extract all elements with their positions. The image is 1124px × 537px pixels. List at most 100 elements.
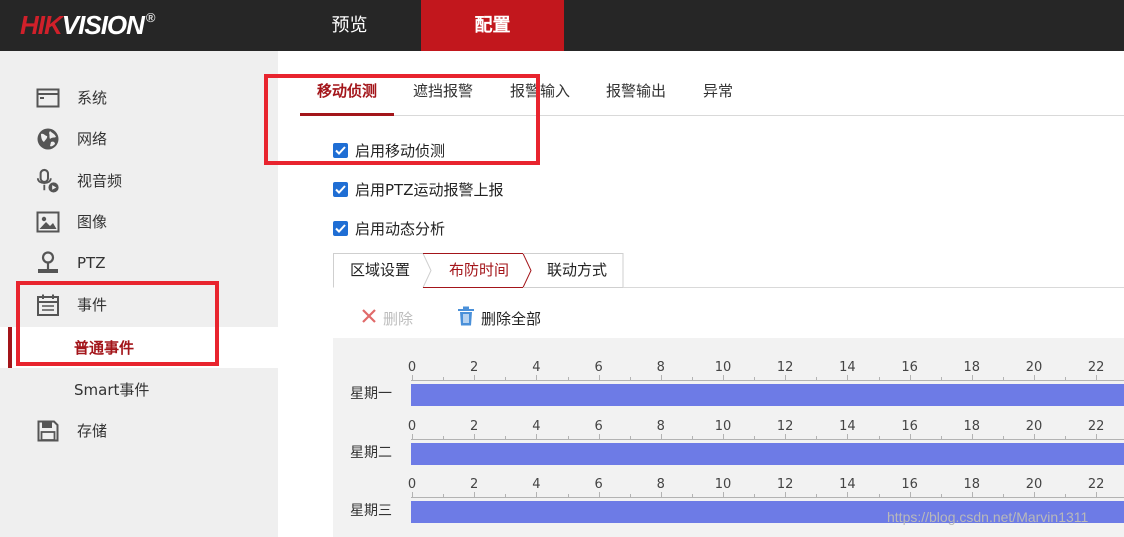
subtab-arming-schedule[interactable]: 布防时间 (431, 253, 527, 288)
tick-label: 20 (1025, 419, 1043, 434)
delete-button[interactable]: 删除 (361, 307, 413, 329)
sidebar-item-label: 图像 (77, 213, 108, 231)
checkmark-icon (333, 142, 348, 158)
tick-mark (567, 377, 569, 381)
enable-ptz-motion-alarm-checkbox[interactable]: 启用PTZ运动报警上报 (333, 179, 504, 199)
subtab-area-settings[interactable]: 区域设置 (333, 253, 427, 288)
tab-motion-detection[interactable]: 移动侦测 (317, 80, 377, 101)
tick-mark (412, 492, 413, 498)
schedule-bar[interactable] (411, 384, 1124, 406)
sidebar-item-label: 事件 (77, 296, 108, 314)
tick-label: 8 (656, 419, 665, 434)
tick-mark (909, 375, 911, 381)
tick-mark (474, 492, 476, 498)
tick-mark (816, 494, 818, 498)
tick-mark (1065, 377, 1067, 381)
sidebar-item-network[interactable]: 网络 (0, 118, 278, 159)
subtab-linkage-method[interactable]: 联动方式 (531, 253, 623, 288)
tick-mark (1034, 434, 1035, 440)
tick-label: 8 (656, 360, 665, 375)
tick-mark (1096, 434, 1098, 440)
time-axis (411, 439, 1124, 440)
top-nav-preview[interactable]: 预览 (278, 0, 421, 51)
sidebar-item-label: 存储 (77, 422, 108, 440)
tick-label: 22 (1087, 477, 1105, 492)
time-axis (411, 380, 1124, 381)
day-label: 星期二 (350, 445, 392, 461)
day-label: 星期三 (350, 503, 392, 519)
sidebar-item-system[interactable]: 系统 (0, 77, 278, 118)
checkmark-icon (333, 220, 348, 236)
active-tab-indicator (300, 113, 394, 116)
tick-mark (1002, 436, 1004, 440)
tick-mark (754, 436, 756, 440)
tick-mark (785, 375, 787, 381)
tick-mark (847, 492, 849, 498)
day-label: 星期一 (350, 386, 392, 402)
top-nav-config[interactable]: 配置 (421, 0, 564, 51)
tick-mark (1034, 492, 1035, 498)
sidebar-item-label: 普通事件 (74, 339, 135, 357)
tick-mark (691, 494, 693, 498)
tick-mark (878, 436, 880, 440)
arming-schedule-grid: 星期一 0 2 4 6 8 10 12 14 16 18 20 22 星期二 0 2 4 6 8 10 12 14 1… (333, 338, 1124, 537)
tick-mark (940, 494, 942, 498)
tick-mark (598, 375, 600, 381)
sidebar-subitem-basic-event[interactable]: 普通事件 (0, 327, 278, 368)
sidebar-subitem-smart-event[interactable]: Smart事件 (0, 369, 278, 410)
tick-mark (971, 375, 973, 381)
tab-alarm-output[interactable]: 报警输出 (606, 80, 666, 101)
tab-tamper-alarm[interactable]: 遮挡报警 (413, 80, 473, 101)
sidebar-item-image[interactable]: 图像 (0, 201, 278, 242)
tick-mark (878, 377, 880, 381)
tick-label: 20 (1025, 477, 1043, 492)
tab-alarm-input[interactable]: 报警输入 (510, 80, 570, 101)
config-subtabs: 区域设置 布防时间 联动方式 (333, 253, 1124, 288)
tab-exception[interactable]: 异常 (703, 80, 733, 101)
top-bar: HIKVISION ® 预览 配置 (0, 0, 1124, 51)
tick-label: 18 (963, 419, 981, 434)
tick-mark (909, 434, 911, 440)
schedule-bar[interactable] (411, 443, 1124, 465)
floppy-disk-icon (36, 419, 60, 443)
watermark: https://blog.csdn.net/Marvin1311 (887, 509, 1089, 525)
tick-mark (816, 436, 818, 440)
tick-mark (443, 377, 445, 381)
tick-mark (785, 434, 787, 440)
tick-label: 4 (532, 419, 541, 434)
tick-mark (443, 436, 445, 440)
tick-mark (443, 494, 445, 498)
tick-label: 16 (901, 360, 918, 375)
checkbox-label: 启用动态分析 (355, 219, 446, 238)
tick-mark (971, 492, 973, 498)
tick-mark (536, 492, 538, 498)
tick-mark (660, 492, 662, 498)
tick-mark (660, 375, 662, 381)
tick-mark (723, 492, 724, 498)
sidebar-item-video-audio[interactable]: 视音频 (0, 160, 278, 201)
tick-mark (412, 375, 413, 381)
tick-label: 8 (656, 477, 665, 492)
top-nav: 预览 配置 (278, 0, 564, 51)
sidebar-item-event[interactable]: 事件 (0, 284, 278, 325)
tick-mark (1002, 494, 1004, 498)
tick-mark (629, 377, 631, 381)
tick-label: 4 (532, 477, 541, 492)
tick-label: 16 (901, 419, 918, 434)
tick-label: 12 (776, 360, 794, 375)
time-axis (411, 497, 1124, 498)
close-icon (361, 308, 377, 328)
enable-dynamic-analysis-checkbox[interactable]: 启用动态分析 (333, 218, 445, 238)
tick-mark (474, 434, 476, 440)
tick-label: 2 (470, 419, 479, 434)
tick-label: 10 (714, 360, 732, 375)
tick-label: 6 (594, 419, 603, 434)
enable-motion-detection-checkbox[interactable]: 启用移动侦测 (333, 140, 445, 160)
schedule-row-tuesday: 星期二 0 2 4 6 8 10 12 14 16 18 20 22 (333, 419, 1124, 479)
delete-all-button[interactable]: 删除全部 (457, 306, 541, 329)
tick-mark (567, 494, 569, 498)
tick-mark (1096, 492, 1098, 498)
tick-mark (847, 375, 849, 381)
sidebar-item-storage[interactable]: 存储 (0, 410, 278, 451)
sidebar-item-ptz[interactable]: PTZ (0, 242, 278, 283)
